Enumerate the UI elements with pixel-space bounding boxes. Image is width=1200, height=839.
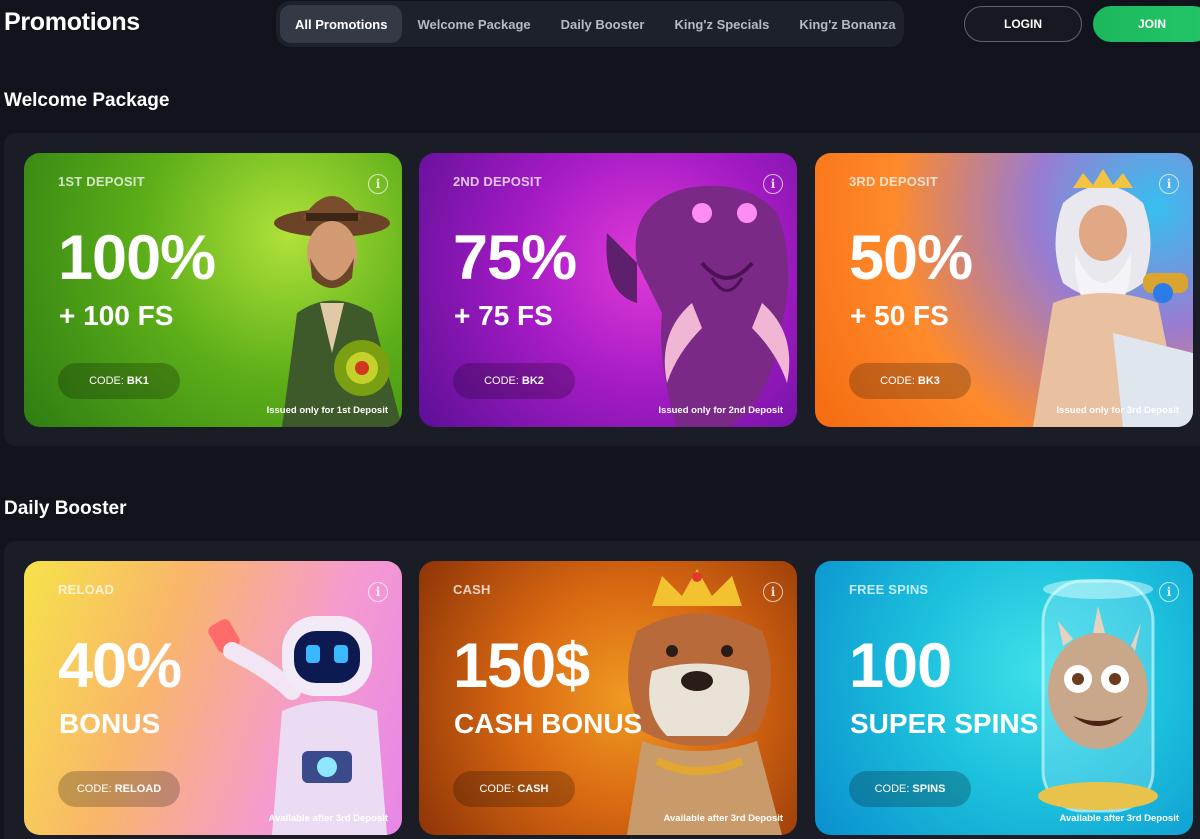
join-button[interactable]: JOIN [1093,6,1200,42]
promo-card-1st-deposit[interactable]: 1ST DEPOSIT i 100% + 100 FS CODE: BK1 Iss… [24,153,402,427]
code-value: BK1 [126,375,149,387]
promo-code-button[interactable]: CODE: RELOAD [58,771,180,807]
bonus-extra: + 100 FS [59,300,174,331]
tab-welcome-package[interactable]: Welcome Package [402,5,545,43]
bonus-amount: 40% [58,631,182,701]
tab-all-promotions[interactable]: All Promotions [280,5,403,43]
promo-card-reload[interactable]: RELOAD i 40% BONUS CODE: RELOAD Available… [24,561,402,835]
code-value: BK3 [917,375,940,387]
section-title-welcome: Welcome Package [4,90,170,111]
astronaut-character-icon [208,616,387,835]
promo-card-free-spins[interactable]: FREE SPINS i 100 SUPER SPINS CODE: SPINS … [815,561,1193,835]
zeus-character-icon [1033,169,1193,427]
promo-code-button[interactable]: CODE: BK2 [453,363,575,399]
info-icon[interactable]: i [1159,582,1179,602]
code-value: RELOAD [114,783,162,795]
monster-in-jar-character-icon [1038,579,1158,813]
login-button[interactable]: LOGIN [964,6,1082,42]
card-note: Available after 3rd Deposit [268,813,389,824]
code-prefix: CODE: [479,783,515,795]
promo-code-button[interactable]: CODE: BK1 [58,363,180,399]
card-note: Issued only for 2nd Deposit [658,405,783,416]
info-icon[interactable]: i [763,174,783,194]
info-icon[interactable]: i [1159,174,1179,194]
cowboy-character-icon [274,196,402,427]
card-label: 2ND DEPOSIT [453,174,542,189]
section-title-daily: Daily Booster [4,498,127,519]
promotion-tabs: All Promotions Welcome Package Daily Boo… [276,1,904,47]
bonus-amount: 150$ [453,631,590,701]
code-prefix: CODE: [484,375,519,387]
card-note: Available after 3rd Deposit [1059,813,1180,824]
info-icon[interactable]: i [763,582,783,602]
card-label: FREE SPINS [849,582,929,597]
bonus-extra: SUPER SPINS [850,708,1039,739]
code-prefix: CODE: [874,783,910,795]
tab-kingz-bonanza[interactable]: King'z Bonanza [784,5,910,43]
card-label: RELOAD [58,582,115,597]
bonus-amount: 75% [453,223,577,293]
page-title: Promotions [4,8,140,36]
promo-card-cash[interactable]: CASH i 150$ CASH BONUS CODE: CASH Availab… [419,561,797,835]
code-value: BK2 [521,375,544,387]
code-value: SPINS [912,783,946,795]
card-note: Available after 3rd Deposit [663,813,784,824]
code-prefix: CODE: [880,375,915,387]
bonus-extra: CASH BONUS [454,708,643,739]
tab-kingz-specials[interactable]: King'z Specials [659,5,784,43]
card-label: 3RD DEPOSIT [849,174,938,189]
promo-code-button[interactable]: CODE: BK3 [849,363,971,399]
elephant-character-icon [606,185,790,427]
promo-card-2nd-deposit[interactable]: 2ND DEPOSIT i 75% + 75 FS CODE: BK2 Issue… [419,153,797,427]
card-note: Issued only for 1st Deposit [266,405,388,416]
promo-card-3rd-deposit[interactable]: 3RD DEPOSIT i 50% + 50 FS CODE: BK3 Issue… [815,153,1193,427]
info-icon[interactable]: i [368,582,388,602]
bonus-extra: BONUS [59,708,161,739]
promo-code-button[interactable]: CODE: CASH [453,771,575,807]
top-header: Promotions All Promotions Welcome Packag… [0,0,1200,48]
info-icon[interactable]: i [368,174,388,194]
bonus-extra: + 50 FS [850,300,949,331]
card-note: Issued only for 3rd Deposit [1056,405,1179,416]
code-prefix: CODE: [89,375,124,387]
promo-code-button[interactable]: CODE: SPINS [849,771,971,807]
card-label: CASH [453,582,491,597]
bonus-extra: + 75 FS [454,300,553,331]
bonus-amount: 100 [849,631,952,701]
bulldog-king-character-icon [627,569,782,835]
bonus-amount: 100% [58,223,216,293]
tab-daily-booster[interactable]: Daily Booster [546,5,660,43]
card-label: 1ST DEPOSIT [58,174,145,189]
code-prefix: CODE: [76,783,112,795]
bonus-amount: 50% [849,223,973,293]
code-value: CASH [517,783,549,795]
